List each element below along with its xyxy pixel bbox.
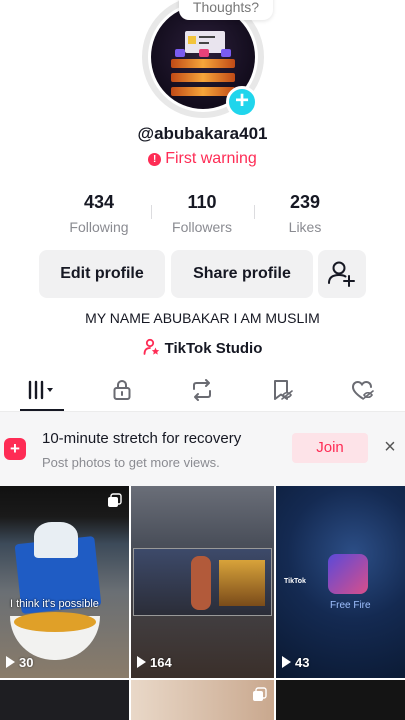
free-fire-logo xyxy=(328,554,368,594)
banner-subtitle: Post photos to get more views. xyxy=(42,455,220,470)
following-count: 434 xyxy=(83,192,115,212)
warning-icon: ! xyxy=(148,153,162,166)
lock-icon xyxy=(113,379,131,400)
tea-graphic xyxy=(14,612,96,632)
play-icon xyxy=(137,656,146,668)
multi-photo-icon xyxy=(253,687,267,701)
view-count: 43 xyxy=(282,655,309,670)
banner-title: 10-minute stretch for recovery xyxy=(42,430,242,447)
character-graphic xyxy=(191,556,211,610)
add-story-button[interactable]: + xyxy=(226,86,258,118)
video-thumbnail[interactable]: I think it's possible 30 xyxy=(0,486,129,678)
video-thumbnail[interactable]: Free Fire TikTok 43 xyxy=(276,486,405,678)
close-icon[interactable]: × xyxy=(380,437,400,457)
studio-icon xyxy=(143,338,159,355)
video-thumbnail[interactable] xyxy=(276,680,405,720)
multi-photo-icon xyxy=(108,493,122,507)
following-label: Following xyxy=(69,219,129,235)
video-caption: I think it's possible xyxy=(10,598,99,610)
game-panel-graphic xyxy=(219,560,265,606)
tab-liked[interactable] xyxy=(333,368,393,412)
video-grid: I think it's possible 30 164 Free Fire T… xyxy=(0,486,405,720)
liked-icon xyxy=(351,380,374,400)
likes-count: 239 xyxy=(289,192,321,212)
favorites-icon xyxy=(274,380,293,400)
videos-grid-icon xyxy=(28,380,53,400)
add-friend-button[interactable] xyxy=(318,250,366,298)
add-user-icon xyxy=(328,261,355,287)
likes-label: Likes xyxy=(288,219,322,235)
thoughts-bubble[interactable]: Thoughts? xyxy=(179,0,273,20)
tiktok-studio-link[interactable]: TikTok Studio xyxy=(0,338,405,357)
video-thumbnail[interactable]: 164 xyxy=(131,486,274,678)
tab-reposts[interactable] xyxy=(172,368,232,412)
stat-likes[interactable]: 239 Likes xyxy=(250,192,360,235)
tab-videos[interactable] xyxy=(12,368,72,412)
calendar-plus-icon: + xyxy=(4,438,26,460)
view-count: 164 xyxy=(137,655,172,670)
repost-icon xyxy=(193,379,211,401)
share-profile-button[interactable]: Share profile xyxy=(171,250,313,298)
followers-label: Followers xyxy=(172,219,232,235)
stat-following[interactable]: 434 Following xyxy=(44,192,154,235)
game-title: Free Fire xyxy=(330,600,371,611)
play-icon xyxy=(282,656,291,668)
view-count: 30 xyxy=(6,655,33,670)
warning-link[interactable]: ! First warning xyxy=(0,150,405,168)
tab-private[interactable] xyxy=(92,368,152,412)
tiktok-watermark: TikTok xyxy=(284,578,306,585)
tab-favorites[interactable] xyxy=(253,368,313,412)
video-thumbnail[interactable] xyxy=(0,680,129,720)
play-icon xyxy=(6,656,15,668)
stats-row: 434 Following 110 Followers 239 Likes xyxy=(0,192,405,240)
join-button[interactable]: Join xyxy=(292,433,368,463)
stat-followers[interactable]: 110 Followers xyxy=(147,192,257,235)
tissue-graphic xyxy=(34,522,78,558)
edit-profile-button[interactable]: Edit profile xyxy=(39,250,165,298)
username: @abubakara401 xyxy=(137,124,268,143)
studio-label: TikTok Studio xyxy=(164,340,263,357)
followers-count: 110 xyxy=(187,192,217,212)
video-thumbnail[interactable] xyxy=(131,680,274,720)
content-tabs xyxy=(0,368,405,412)
warning-label: First warning xyxy=(165,150,257,167)
bio-text: MY NAME ABUBAKAR I AM MUSLIM xyxy=(85,310,320,326)
